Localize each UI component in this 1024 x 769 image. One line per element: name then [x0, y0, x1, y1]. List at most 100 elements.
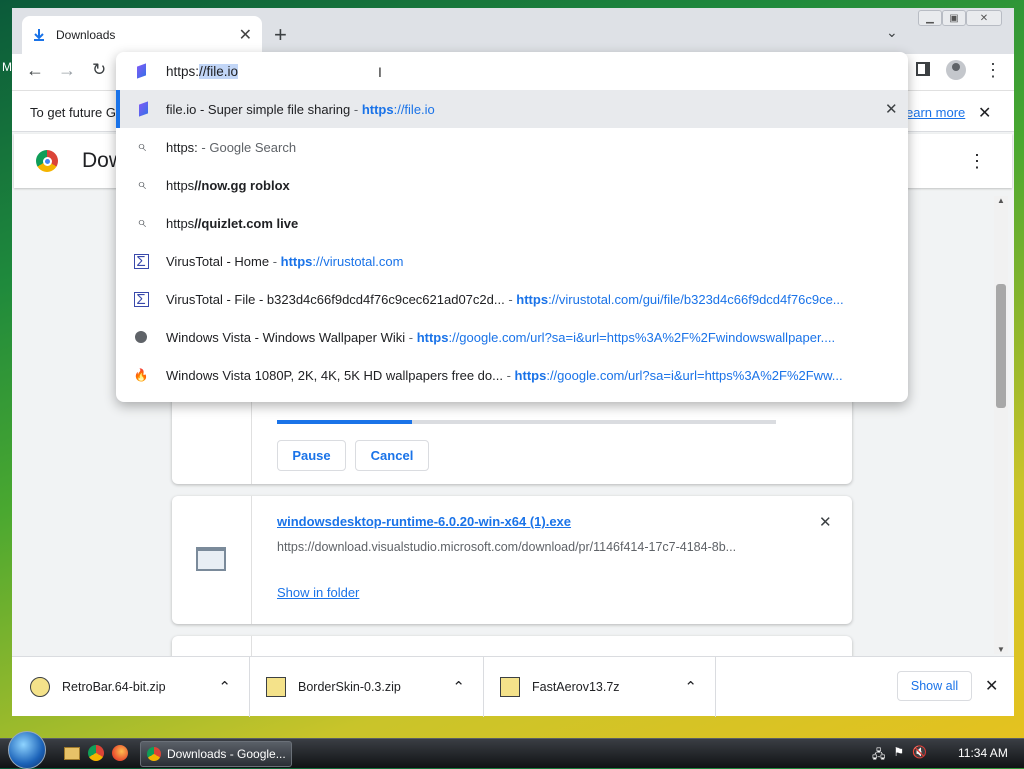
suggestion-detail: ://google.com/url?sa=i&url=https%3A%2F%2… [546, 367, 843, 383]
tab-search-icon[interactable]: ⌄ [886, 24, 898, 41]
show-all-button[interactable]: Show all [897, 671, 972, 701]
zip-file-icon [266, 677, 286, 697]
show-in-folder-link[interactable]: Show in folder [277, 585, 359, 600]
omnibox-input[interactable]: https://file.io I [116, 52, 908, 90]
shelf-item-name: BorderSkin-0.3.zip [298, 680, 401, 694]
suggestion-separator: - [269, 253, 281, 269]
page-scrollbar[interactable]: ▲ ▼ [994, 196, 1008, 654]
suggestion-title: Windows Vista 1080P, 2K, 4K, 5K HD wallp… [166, 367, 503, 383]
flame-icon: 🔥 [133, 368, 149, 382]
text-cursor-icon: I [378, 64, 382, 80]
chrome-task-icon [147, 747, 161, 761]
shelf-item[interactable]: FastAerov13.7z ⌃ [484, 657, 716, 717]
remove-suggestion-icon[interactable]: ✕ [885, 100, 898, 118]
download-card-active: Pause Cancel [172, 396, 852, 484]
scroll-up-icon[interactable]: ▲ [997, 196, 1005, 205]
menu-icon[interactable]: ⋮ [984, 60, 1002, 81]
cancel-button[interactable]: Cancel [355, 440, 429, 471]
omnibox-suggestion[interactable]: 🔥 Windows Vista 1080P, 2K, 4K, 5K HD wall… [116, 356, 908, 394]
suggestion-title: https: [166, 139, 198, 155]
suggestion-detail: ://virustotal.com [312, 253, 404, 269]
file-io-icon [138, 101, 148, 117]
page-menu-icon[interactable]: ⋮ [968, 151, 986, 172]
omnibox-suggestion[interactable]: ⌕ https //now.gg roblox [116, 166, 908, 204]
side-panel-icon[interactable] [916, 62, 930, 76]
suggestion-match: //now.gg roblox [194, 177, 290, 193]
suggestion-title: Windows Vista - Windows Wallpaper Wiki [166, 329, 406, 345]
start-button[interactable] [8, 731, 46, 769]
download-filename-link[interactable]: windowsdesktop-runtime-6.0.20-win-x64 (1… [277, 514, 571, 529]
exe-file-icon [196, 547, 226, 571]
tab-strip: Downloads ✕ + ⌄ ▁ ▣ ✕ [12, 8, 1014, 54]
globe-icon [135, 331, 147, 343]
shelf-item-name: RetroBar.64-bit.zip [62, 680, 166, 694]
shelf-item[interactable]: BorderSkin-0.3.zip ⌃ [250, 657, 484, 717]
taskbar: Downloads - Google... 🖧 ⚑ 🔇 11:34 AM [0, 731, 1024, 769]
tab-title: Downloads [56, 28, 116, 42]
clock[interactable]: 11:34 AM [958, 746, 1008, 760]
scroll-down-icon[interactable]: ▼ [997, 645, 1005, 654]
scrollbar-thumb[interactable] [996, 284, 1006, 408]
download-icon [34, 29, 44, 41]
new-tab-button[interactable]: + [274, 22, 287, 48]
zip-file-icon [500, 677, 520, 697]
download-url: https://download.visualstudio.microsoft.… [277, 540, 737, 554]
close-window-button[interactable]: ✕ [966, 10, 1002, 26]
progress-fill [277, 420, 412, 424]
suggestion-title: VirusTotal - File - b323d4c66f9dcd4f76c9… [166, 291, 505, 307]
minimize-button[interactable]: ▁ [918, 10, 942, 26]
omnibox-suggestion[interactable]: Σ VirusTotal - Home - https://virustotal.… [116, 242, 908, 280]
search-icon: ⌕ [136, 176, 146, 193]
suggestion-detail: ://virustotal.com/gui/file/b323d4c66f9dc… [548, 291, 844, 307]
download-shelf: RetroBar.64-bit.zip ⌃ BorderSkin-0.3.zip ⌃ F… [12, 656, 1014, 717]
learn-more-link[interactable]: earn more [906, 105, 965, 120]
chevron-up-icon[interactable]: ⌃ [684, 678, 697, 696]
tab-downloads[interactable]: Downloads ✕ [22, 16, 262, 54]
flag-icon[interactable]: ⚑ [893, 745, 904, 766]
network-icon[interactable]: 🖧 [872, 745, 885, 766]
chrome-quicklaunch-icon[interactable] [88, 745, 104, 761]
remove-download-icon[interactable]: ✕ [819, 513, 832, 531]
reload-button[interactable]: ↻ [92, 60, 106, 80]
suggestion-title: https [166, 215, 195, 231]
omnibox-suggestion[interactable]: file.io - Super simple file sharing - ht… [116, 90, 908, 128]
omnibox-suggestion[interactable]: Σ VirusTotal - File - b323d4c66f9dcd4f76c… [116, 280, 908, 318]
omnibox-suggestion[interactable]: Windows Vista - Windows Wallpaper Wiki -… [116, 318, 908, 356]
show-desktop-icon[interactable] [64, 747, 80, 760]
shelf-item-name: FastAerov13.7z [532, 680, 620, 694]
volume-muted-icon[interactable]: 🔇 [912, 745, 927, 766]
file-io-icon [136, 63, 146, 79]
taskbar-task-downloads[interactable]: Downloads - Google... [140, 741, 292, 767]
firefox-quicklaunch-icon[interactable] [112, 745, 128, 761]
suggestion-match: //quizlet.com live [194, 215, 299, 231]
suggestion-detail: ://google.com/url?sa=i&url=https%3A%2F%2… [448, 329, 836, 345]
suggestion-separator: - [350, 101, 362, 117]
address-selected: //file.io [199, 63, 239, 79]
profile-avatar[interactable] [946, 60, 966, 80]
tab-close-icon[interactable]: ✕ [239, 25, 252, 45]
suggestion-separator: - [405, 329, 417, 345]
suggestion-title: https [166, 177, 195, 193]
omnibox-dropdown: https://file.io I file.io - Super simple… [116, 52, 908, 402]
zip-file-icon [30, 677, 50, 697]
omnibox-suggestion[interactable]: ⌕ https: - Google Search [116, 128, 908, 166]
close-shelf-icon[interactable]: ✕ [985, 676, 998, 696]
shelf-item[interactable]: RetroBar.64-bit.zip ⌃ [12, 657, 250, 717]
infobar-close-icon[interactable]: ✕ [978, 103, 991, 123]
suggestion-match: https [514, 367, 547, 383]
suggestion-title: file.io - Super simple file sharing [166, 101, 351, 117]
suggestion-detail: ://file.io [393, 101, 435, 117]
maximize-button[interactable]: ▣ [942, 10, 966, 26]
download-card-runtime: windowsdesktop-runtime-6.0.20-win-x64 (1… [172, 496, 852, 624]
forward-button[interactable]: → [58, 60, 76, 81]
taskbar-task-label: Downloads - Google... [167, 747, 286, 761]
info-text: To get future G [30, 105, 116, 120]
omnibox-suggestion[interactable]: ⌕ https //quizlet.com live [116, 204, 908, 242]
chevron-up-icon[interactable]: ⌃ [218, 678, 231, 696]
chevron-up-icon[interactable]: ⌃ [452, 678, 465, 696]
virustotal-icon: Σ [133, 253, 149, 269]
pause-button[interactable]: Pause [277, 440, 346, 471]
suggestion-detail: - Google Search [197, 139, 297, 155]
back-button[interactable]: ← [26, 60, 44, 81]
address-prefix: https: [166, 63, 200, 79]
